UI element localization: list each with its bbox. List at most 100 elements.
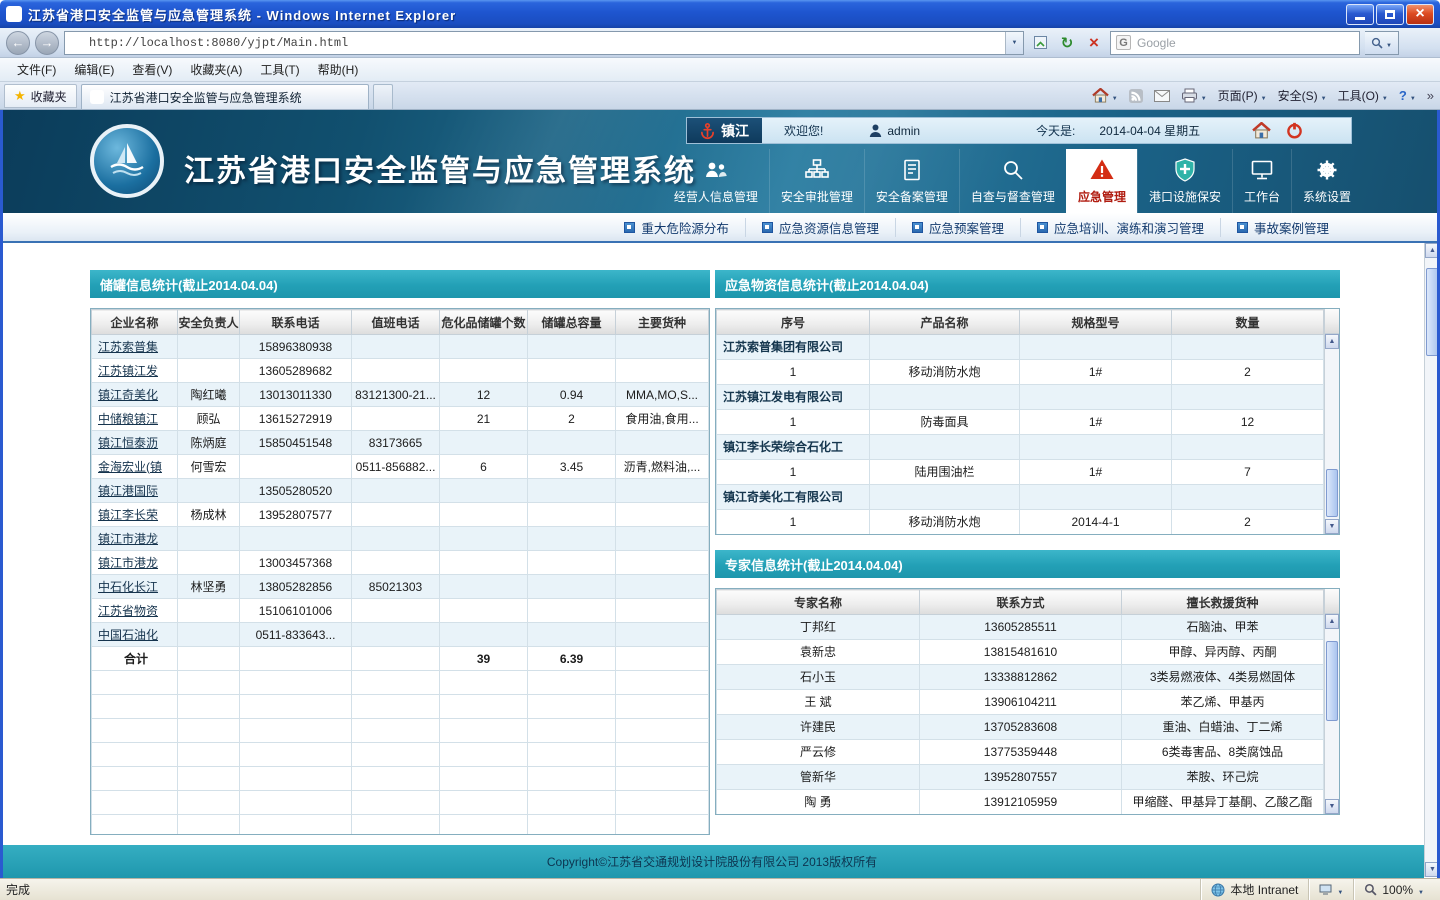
scroll-up-button[interactable] (1325, 334, 1339, 349)
stop-button[interactable] (1083, 32, 1105, 54)
company-link[interactable]: 江苏省物资 (98, 604, 158, 618)
cell: 江苏镇江发 (91, 358, 178, 383)
table-row: 镇江恒泰沥 陈炳庭 15850451548 83173665 (91, 430, 709, 455)
cell (527, 550, 616, 575)
address-dropdown[interactable] (1005, 31, 1023, 54)
printer-icon (1181, 88, 1197, 103)
grid-icon (1036, 221, 1048, 233)
cell (239, 526, 352, 551)
table-row: 1 防毒面具 1# 12 (716, 409, 1324, 435)
cell (351, 526, 440, 551)
cell (615, 358, 709, 383)
page-menu-button[interactable]: 页面(P) (1218, 87, 1267, 104)
company-link[interactable]: 镇江市港龙 (98, 556, 158, 570)
menu-tools[interactable]: 工具(T) (251, 58, 308, 81)
submenu-resource-info[interactable]: 应急资源信息管理 (744, 217, 895, 237)
company-link[interactable]: 镇江李长荣 (98, 508, 158, 522)
scroll-up-button[interactable] (1325, 614, 1339, 629)
mail-icon (1153, 89, 1170, 102)
active-tab[interactable]: 江苏省港口安全监管与应急管理系统 (80, 84, 369, 109)
company-link[interactable]: 镇江市港龙 (98, 532, 158, 546)
submenu-hazard-distribution[interactable]: 重大危险源分布 (608, 218, 745, 237)
print-button[interactable] (1181, 88, 1207, 103)
forward-button[interactable] (35, 30, 59, 55)
submenu-training-drill[interactable]: 应急培训、演练和演习管理 (1019, 217, 1220, 237)
maximize-button[interactable] (1376, 3, 1404, 25)
company-link[interactable]: 江苏索普集 (98, 340, 158, 354)
scroll-down-button[interactable] (1325, 799, 1339, 814)
cell: 1 (716, 359, 870, 385)
nav-self-inspection[interactable]: 自查与督查管理 (958, 149, 1066, 213)
table-row: 管新华 13952807557 苯胺、环己烷 (716, 764, 1324, 790)
minimize-button[interactable] (1346, 3, 1374, 25)
new-tab-stub[interactable] (372, 84, 393, 109)
scroll-track[interactable] (1325, 629, 1339, 799)
copyright-text: Copyright©江苏省交通规划设计院股份有限公司 2013版权所有 (546, 855, 878, 869)
cell (239, 454, 352, 479)
shield-icon (1175, 158, 1195, 182)
search-button[interactable] (1365, 30, 1399, 55)
menu-edit[interactable]: 编辑(E) (65, 58, 123, 81)
nav-safety-record[interactable]: 安全备案管理 (863, 149, 959, 213)
company-link[interactable]: 金海宏业(镇 (98, 460, 162, 474)
help-button[interactable] (1399, 88, 1416, 103)
nav-port-security[interactable]: 港口设施保安 (1136, 149, 1232, 213)
cell: 0511-856882... (351, 454, 440, 479)
mail-button[interactable] (1153, 89, 1170, 102)
supplies-statistics-panel: 应急物资信息统计(截止2014.04.04) 序号 产品名称 规格型号 数量 江苏索普集… (715, 270, 1340, 535)
submenu-plan-management[interactable]: 应急预案管理 (894, 217, 1020, 237)
scroll-thumb[interactable] (1326, 641, 1338, 721)
cell (615, 430, 709, 455)
company-link[interactable]: 中石化长江 (98, 580, 158, 594)
company-link[interactable]: 镇江港国际 (98, 484, 158, 498)
scroll-down-button[interactable] (1325, 519, 1339, 534)
compatibility-view-icon[interactable] (1029, 32, 1051, 54)
company-link[interactable]: 镇江恒泰沥 (98, 436, 158, 450)
cell (869, 384, 1020, 410)
scroll-thumb[interactable] (1326, 469, 1338, 517)
scrollbar[interactable] (1324, 589, 1339, 814)
feeds-button[interactable] (1128, 88, 1143, 103)
status-mode-button[interactable] (1308, 879, 1353, 900)
menu-view[interactable]: 查看(V) (123, 58, 181, 81)
menu-favorites[interactable]: 收藏夹(A) (181, 58, 251, 81)
zoom-control[interactable]: 100% (1353, 879, 1434, 900)
nav-workbench[interactable]: 工作台 (1231, 149, 1291, 213)
search-input[interactable]: G Google (1110, 30, 1360, 55)
back-button[interactable] (6, 30, 30, 55)
company-link[interactable]: 镇江奇美化 (98, 388, 158, 402)
submenu-accident-cases[interactable]: 事故案例管理 (1219, 217, 1345, 237)
home-shortcut-button[interactable] (1252, 122, 1271, 139)
address-field[interactable]: http://localhost:8080/yjpt/Main.html (64, 30, 1024, 55)
close-button[interactable] (1406, 3, 1434, 25)
table-row: 江苏索普集 15896380938 (91, 334, 709, 359)
cell: 83121300-21... (351, 382, 440, 407)
nav-operator-info[interactable]: 经营人信息管理 (663, 149, 769, 213)
nav-safety-approval[interactable]: 安全审批管理 (768, 149, 864, 213)
cell (439, 598, 528, 623)
cell (527, 526, 616, 551)
company-link[interactable]: 江苏镇江发 (98, 364, 158, 378)
scrollbar[interactable] (1324, 309, 1339, 534)
nav-system-settings[interactable]: 系统设置 (1290, 149, 1362, 213)
overflow-chevron[interactable] (1427, 88, 1434, 103)
favorites-button[interactable]: 收藏夹 (4, 84, 77, 108)
menu-help[interactable]: 帮助(H) (309, 58, 368, 81)
home-button[interactable] (1092, 88, 1118, 103)
menu-file[interactable]: 文件(F) (8, 58, 65, 81)
nav-emergency-management[interactable]: 应急管理 (1065, 149, 1137, 213)
safety-menu-button[interactable]: 安全(S) (1278, 87, 1327, 104)
grid-icon (1236, 221, 1248, 233)
cell: 镇江港国际 (91, 478, 178, 503)
refresh-button[interactable] (1056, 32, 1078, 54)
company-link[interactable]: 中国石油化 (98, 628, 158, 642)
table-row: 镇江李长荣综合石化工 (716, 434, 1324, 460)
column-header: 联系方式 (919, 589, 1122, 615)
users-icon (705, 162, 727, 177)
scroll-track[interactable] (1325, 349, 1339, 519)
tools-menu-button[interactable]: 工具(O) (1338, 87, 1388, 104)
cell: 陈炳庭 (177, 430, 240, 455)
company-link[interactable]: 中储粮镇江 (98, 412, 158, 426)
logout-button[interactable] (1286, 122, 1303, 139)
cell: 中石化长江 (91, 574, 178, 599)
